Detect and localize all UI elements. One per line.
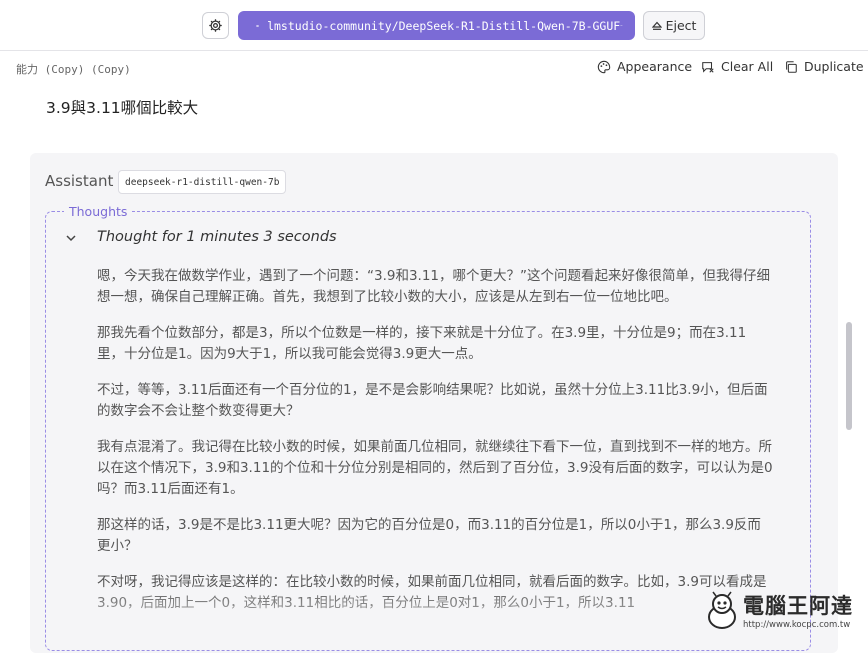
thought-paragraph: 不过，等等，3.11后面还有一个百分位的1，是不是会影响结果呢？比如说，虽然十分… [97, 382, 768, 419]
model-chip-icon [256, 24, 260, 27]
chat-title[interactable]: 能力 (Copy) (Copy) [16, 61, 131, 77]
watermark: 電腦王阿達 http://www.kocpc.com.tw [705, 590, 853, 630]
chat-subbar: 能力 (Copy) (Copy) Appearance Clear All Du… [0, 51, 868, 85]
duplicate-icon [786, 60, 797, 73]
thoughts-label: Thoughts [64, 204, 133, 219]
palette-icon [597, 60, 611, 73]
chevron-down-icon[interactable] [65, 232, 77, 244]
appearance-button[interactable]: Appearance [597, 59, 692, 74]
eject-button[interactable]: Eject [643, 11, 705, 40]
thought-content: 嗯，今天我在做数学作业，遇到了一个问题：“3.9和3.11，哪个更大？”这个问题… [97, 266, 773, 629]
thought-paragraph: 嗯，今天我在做数学作业，遇到了一个问题：“3.9和3.11，哪个更大？”这个问题… [97, 268, 771, 305]
model-selector[interactable]: lmstudio-community/DeepSeek-R1-Distill-Q… [238, 11, 635, 40]
model-chip: deepseek-r1-distill-qwen-7b [118, 170, 287, 194]
clear-all-label: Clear All [721, 59, 774, 74]
appearance-label: Appearance [617, 59, 693, 74]
user-message: 3.9與3.11哪個比較大 [46, 99, 199, 117]
duplicate-button[interactable]: Duplicate [784, 59, 864, 74]
clear-chat-icon [702, 61, 714, 73]
watermark-url: http://www.kocpc.com.tw [743, 620, 851, 630]
mascot-logo [708, 591, 736, 629]
model-selector-label: lmstudio-community/DeepSeek-R1-Distill-Q… [267, 18, 621, 33]
duplicate-label: Duplicate [804, 59, 864, 74]
thought-paragraph: 那这样的话，3.9是不是比3.11更大呢？因为它的百分位是0，而3.11的百分位… [97, 517, 761, 554]
scroll-fade [46, 585, 810, 638]
eject-button-label: Eject [665, 18, 697, 33]
scrollbar-thumb[interactable] [846, 322, 852, 430]
gear-icon [209, 19, 222, 32]
thought-paragraph: 那我先看个位数部分，都是3，所以个位数是一样的，接下来就是十分位了。在3.9里，… [97, 325, 747, 362]
watermark-text: 電腦王阿達 http://www.kocpc.com.tw [743, 590, 853, 630]
assistant-role-label: Assistant [45, 172, 114, 190]
eject-icon [651, 21, 662, 30]
settings-button[interactable] [202, 12, 229, 39]
watermark-title: 電腦王阿達 [743, 594, 853, 618]
clear-all-button[interactable]: Clear All [701, 59, 773, 74]
chevron-down-icon [620, 24, 623, 27]
top-toolbar: lmstudio-community/DeepSeek-R1-Distill-Q… [0, 0, 868, 51]
thought-duration[interactable]: Thought for 1 minutes 3 seconds [97, 229, 337, 245]
thought-paragraph: 我有点混淆了。我记得在比较小数的时候，如果前面几位相同，就继续往下看下一位，直到… [97, 439, 773, 497]
